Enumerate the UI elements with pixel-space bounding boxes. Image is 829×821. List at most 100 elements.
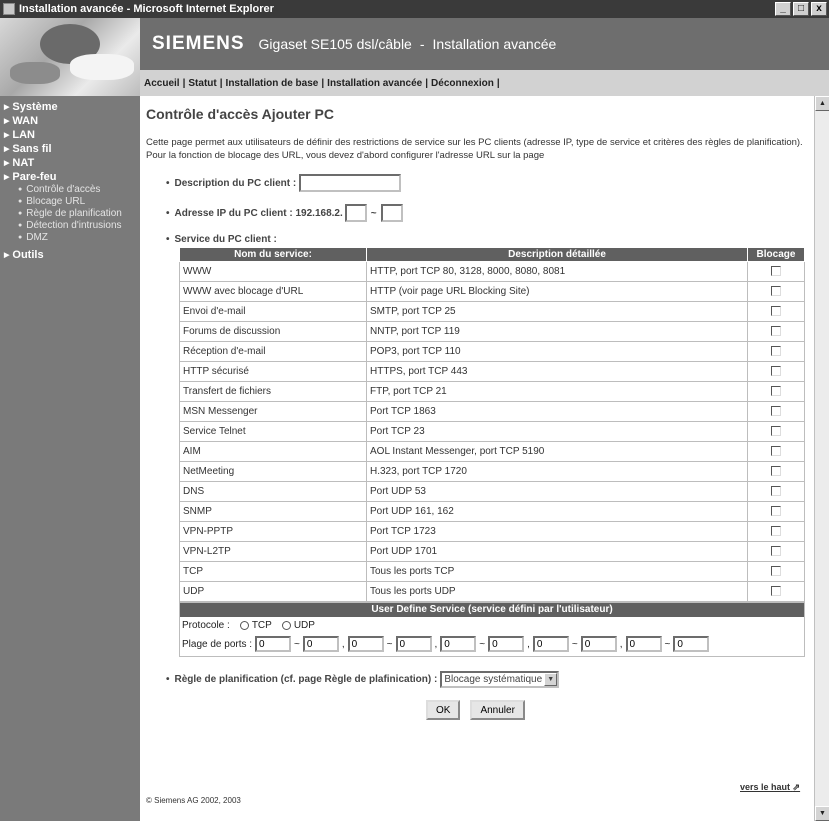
sidebar-item-lan[interactable]: ▶ LAN [0, 128, 140, 142]
sidebar-item-outils[interactable]: ▶ Outils [0, 248, 140, 262]
sidebar-subitem-detection-intrusions[interactable]: ● Détection d'intrusions [0, 220, 140, 232]
bullet-icon: ● [18, 186, 23, 193]
intro-text: Cette page permet aux utilisateurs de dé… [146, 137, 803, 161]
copyright: © Siemens AG 2002, 2003 [146, 796, 241, 805]
window-titlebar: Installation avancée - Microsoft Interne… [0, 0, 829, 18]
chevron-down-icon[interactable]: ▼ [544, 673, 558, 686]
blocage-checkbox[interactable] [771, 346, 781, 357]
sidebar-subitem-blocage-url[interactable]: ● Blocage URL [0, 196, 140, 208]
port-range-start-input[interactable] [255, 636, 292, 652]
nav-installation-avancee[interactable]: Installation avancée [327, 78, 422, 89]
nav-installation-base[interactable]: Installation de base [226, 78, 319, 89]
sidebar-subitem-controle-acces[interactable]: ● Contrôle d'accès [0, 184, 140, 196]
blocage-checkbox[interactable] [771, 526, 781, 537]
port-range-start-input[interactable] [625, 636, 662, 652]
sidebar-item-pare-feu[interactable]: ▶ Pare-feu [0, 170, 140, 184]
protocol-udp-radio[interactable] [281, 621, 291, 630]
user-define-service: User Define Service (service défini par … [179, 602, 805, 657]
blocage-cell [747, 321, 805, 342]
sidebar-subitem-regle-planification[interactable]: ● Règle de planification [0, 208, 140, 220]
service-description-cell: Port UDP 1701 [366, 541, 748, 562]
blocage-checkbox[interactable] [771, 566, 781, 577]
blocage-checkbox[interactable] [771, 426, 781, 437]
arrow-icon: ▶ [4, 252, 10, 259]
col-blocage: Blocage [747, 247, 805, 262]
blocage-checkbox[interactable] [771, 486, 781, 497]
service-name-cell: VPN-L2TP [179, 541, 367, 562]
blocage-checkbox[interactable] [771, 406, 781, 417]
service-description-cell: HTTP, port TCP 80, 3128, 8000, 8080, 808… [366, 261, 748, 282]
blocage-checkbox[interactable] [771, 266, 781, 277]
blocage-cell [747, 401, 805, 422]
blocage-cell [747, 341, 805, 362]
service-description-cell: H.323, port TCP 1720 [366, 461, 748, 482]
port-range-end-input[interactable] [302, 636, 339, 652]
cancel-button[interactable]: Annuler [470, 700, 525, 720]
blocage-cell [747, 561, 805, 582]
blocage-cell [747, 301, 805, 322]
blocage-checkbox[interactable] [771, 286, 781, 297]
client-description-input[interactable] [299, 174, 402, 192]
nav-deconnexion[interactable]: Déconnexion [431, 78, 494, 89]
blocage-checkbox[interactable] [771, 386, 781, 397]
scroll-up-icon[interactable]: ▲ [815, 96, 829, 111]
arrow-icon: ▶ [4, 174, 10, 181]
schedule-row: • Règle de planification (cf. page Règle… [166, 671, 814, 688]
minimize-button[interactable]: _ [775, 2, 791, 16]
blocage-checkbox[interactable] [771, 446, 781, 457]
vertical-scrollbar[interactable]: ▲ ▼ [814, 96, 829, 821]
table-row: Service Telnet Port TCP 23 [179, 421, 805, 442]
service-name-cell: WWW avec blocage d'URL [179, 281, 367, 302]
close-button[interactable]: x [811, 2, 827, 16]
table-row: TCP Tous les ports TCP [179, 561, 805, 582]
service-name-cell: VPN-PPTP [179, 521, 367, 542]
table-row: Forums de discussion NNTP, port TCP 119 [179, 321, 805, 342]
service-description-cell: Port UDP 161, 162 [366, 501, 748, 522]
maximize-button[interactable]: □ [793, 2, 809, 16]
service-description-cell: HTTP (voir page URL Blocking Site) [366, 281, 748, 302]
sidebar-subitem-dmz[interactable]: ● DMZ [0, 232, 140, 244]
nav-accueil[interactable]: Accueil [144, 78, 180, 89]
schedule-select[interactable]: Blocage systématique ▼ [440, 671, 560, 688]
port-range-end-input[interactable] [488, 636, 525, 652]
client-description-row: • Description du PC client : [166, 174, 814, 192]
table-row: UDP Tous les ports UDP [179, 581, 805, 602]
service-description-cell: AOL Instant Messenger, port TCP 5190 [366, 441, 748, 462]
sidebar-item-wan[interactable]: ▶ WAN [0, 114, 140, 128]
blocage-cell [747, 261, 805, 282]
blocage-checkbox[interactable] [771, 506, 781, 517]
sidebar-item-nat[interactable]: ▶ NAT [0, 156, 140, 170]
arrow-icon: ▶ [4, 146, 10, 153]
blocage-cell [747, 421, 805, 442]
ip-start-input[interactable] [344, 204, 367, 222]
port-range-start-input[interactable] [440, 636, 477, 652]
blocage-checkbox[interactable] [771, 466, 781, 477]
port-range-end-input[interactable] [580, 636, 617, 652]
back-to-top-link[interactable]: vers le haut ⇗ [740, 782, 800, 793]
sidebar-item-systeme[interactable]: ▶ Système [0, 100, 140, 114]
service-table: Nom du service: Description détaillée Bl… [179, 247, 805, 602]
service-name-cell: Service Telnet [179, 421, 367, 442]
service-name-cell: AIM [179, 441, 367, 462]
scroll-down-icon[interactable]: ▼ [815, 806, 829, 821]
port-range-start-input[interactable] [532, 636, 569, 652]
protocol-tcp-radio[interactable] [239, 621, 249, 630]
nav-statut[interactable]: Statut [188, 78, 216, 89]
port-range-end-input[interactable] [395, 636, 432, 652]
port-range-end-input[interactable] [673, 636, 710, 652]
ok-button[interactable]: OK [426, 700, 461, 720]
col-description: Description détaillée [366, 247, 748, 262]
sidebar-item-sans-fil[interactable]: ▶ Sans fil [0, 142, 140, 156]
bullet-icon: ● [18, 234, 23, 241]
table-row: VPN-PPTP Port TCP 1723 [179, 521, 805, 542]
table-row: DNS Port UDP 53 [179, 481, 805, 502]
blocage-checkbox[interactable] [771, 586, 781, 597]
ie-icon [3, 3, 15, 15]
blocage-checkbox[interactable] [771, 306, 781, 317]
blocage-checkbox[interactable] [771, 366, 781, 377]
ip-end-input[interactable] [380, 204, 403, 222]
blocage-checkbox[interactable] [771, 326, 781, 337]
port-range-start-input[interactable] [347, 636, 384, 652]
service-description-cell: Port TCP 23 [366, 421, 748, 442]
blocage-checkbox[interactable] [771, 546, 781, 557]
